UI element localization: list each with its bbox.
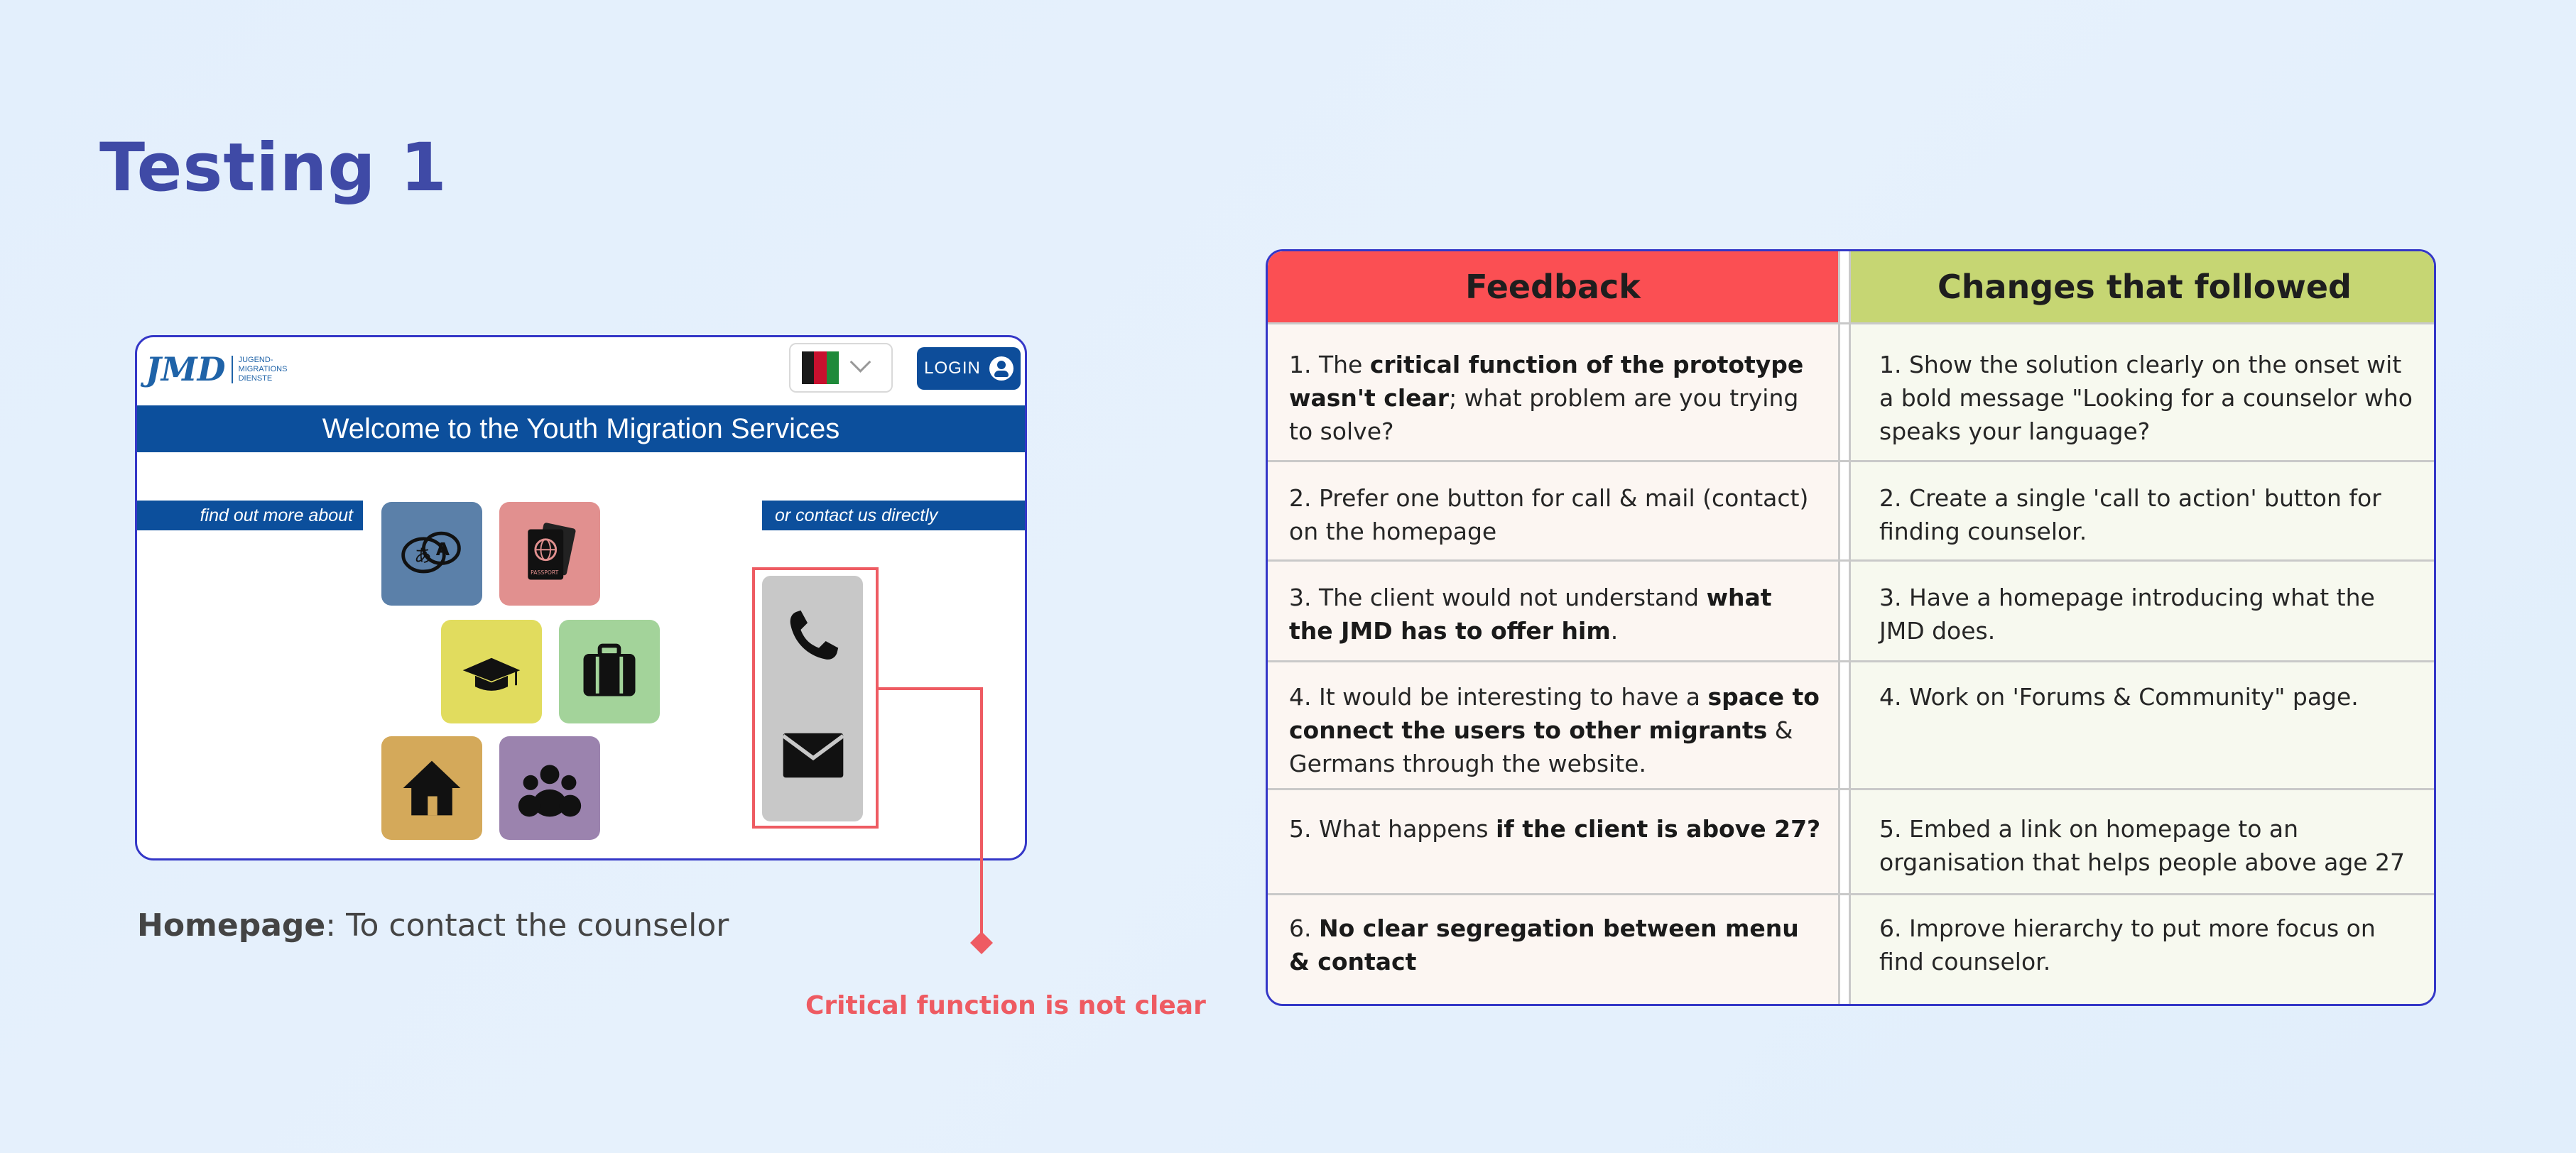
feedback-cell-2: 2. Prefer one button for call & mail (co… — [1289, 481, 1822, 548]
row-divider — [1268, 788, 2434, 790]
change-cell-3: 3. Have a homepage introducing what the … — [1879, 584, 2375, 645]
text-run: 3. The client would not understand — [1289, 584, 1707, 611]
change-cell-1: 1. Show the solution clearly on the onse… — [1879, 351, 2413, 445]
feedback-header: Feedback — [1268, 251, 1838, 322]
connector-diamond — [970, 931, 993, 954]
text-run: 5. What happens — [1289, 815, 1496, 843]
changes-header: Changes that followed — [1851, 251, 2434, 322]
change-cell-5: 5. Embed a link on homepage to an organi… — [1879, 815, 2406, 876]
column-separator — [1838, 251, 1851, 1004]
change-cell-6: 6. Improve hierarchy to put more focus o… — [1879, 914, 2376, 976]
row-divider — [1268, 559, 2434, 562]
feedback-table: Feedback Changes that followed 1. The cr… — [1266, 249, 2436, 1006]
text-run: 4. It would be interesting to have a — [1289, 683, 1708, 711]
feedback-cell-4: 4. It would be interesting to have a spa… — [1289, 680, 1822, 780]
feedback-cell-5: 5. What happens if the client is above 2… — [1289, 812, 1822, 846]
feedback-cell-1: 1. The critical function of the prototyp… — [1289, 348, 1822, 448]
text-run-bold: if the client is above 27? — [1496, 815, 1821, 843]
text-run-bold: No clear segregation between menu & cont… — [1289, 914, 1799, 976]
text-run: 1. The — [1289, 351, 1370, 378]
change-cell-2: 2. Create a single 'call to action' butt… — [1879, 484, 2381, 545]
text-run: 2. Prefer one button for call & mail (co… — [1289, 484, 1809, 545]
text-run: . — [1610, 617, 1619, 645]
change-cell-4: 4. Work on 'Forums & Community" page. — [1879, 683, 2359, 711]
row-divider — [1268, 660, 2434, 662]
text-run: 6. — [1289, 914, 1319, 942]
row-divider — [1268, 322, 2434, 324]
feedback-cell-6: 6. No clear segregation between menu & c… — [1289, 912, 1822, 978]
annotation-text: Critical function is not clear — [805, 991, 1206, 1020]
row-divider — [1268, 460, 2434, 462]
row-divider — [1268, 893, 2434, 895]
feedback-cell-3: 3. The client would not understand what … — [1289, 581, 1822, 647]
